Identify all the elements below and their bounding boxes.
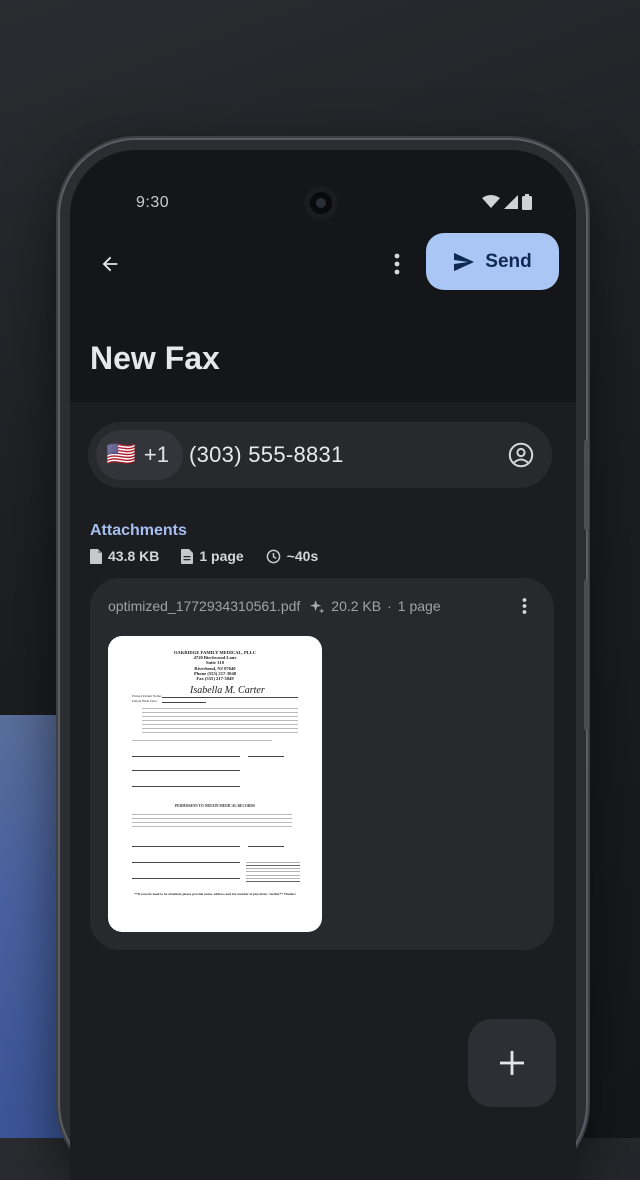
back-button[interactable] — [90, 244, 130, 284]
pick-contact-button[interactable] — [496, 430, 546, 480]
phone-frame: 9:30 Send New Fax 🇺🇸 +1 (303) 555-8831 A… — [60, 140, 589, 1180]
attachment-more-button[interactable] — [512, 594, 536, 618]
attachments-heading: Attachments — [90, 522, 187, 539]
letterhead-stamp — [246, 862, 300, 882]
form-line — [162, 697, 298, 698]
attachment-optimized-size: 20.2 KB — [331, 598, 382, 614]
document-letterhead: OAKRIDGE FAMILY MEDICAL, PLLC 4720 Birch… — [132, 650, 298, 681]
phone-screen: 9:30 Send New Fax 🇺🇸 +1 (303) 555-8831 A… — [70, 150, 576, 1180]
printed-name-line — [132, 862, 240, 863]
records-section-title: PERMISSION TO OBTAIN MEDICAL RECORDS — [174, 804, 256, 808]
estimated-send-time: ~40s — [286, 548, 319, 564]
more-vert-icon — [522, 598, 526, 614]
more-vert-icon — [394, 253, 400, 275]
front-camera — [304, 186, 338, 220]
cellular-signal-icon — [504, 195, 518, 209]
country-code-selector[interactable]: 🇺🇸 +1 — [96, 430, 183, 480]
patient-signature: Isabella M. Carter — [190, 685, 265, 696]
fax-compose-content: 🇺🇸 +1 (303) 555-8831 Attachments 43.8 KB — [70, 402, 576, 1180]
printed-name-line — [132, 770, 240, 771]
send-button-label: Send — [485, 250, 532, 272]
fax-number-input[interactable]: (303) 555-8831 — [189, 442, 496, 468]
permission-paragraph — [132, 814, 292, 830]
plus-icon — [500, 1051, 524, 1075]
attachment-card[interactable]: optimized_1772934310561.pdf 20.2 KB · 1 … — [90, 578, 554, 950]
attachment-file-name: optimized_1772934310561.pdf — [108, 598, 301, 614]
separator-dot: · — [387, 598, 392, 614]
attachments-total-size: 43.8 KB — [108, 548, 160, 564]
volume-button — [584, 440, 589, 530]
patient-birth-date-label: Patient Birth Date: — [132, 699, 158, 703]
attachments-page-count: 1 page — [199, 548, 244, 564]
status-time: 9:30 — [136, 194, 170, 211]
clock-icon — [266, 549, 281, 563]
form-line — [162, 702, 206, 703]
send-icon — [454, 252, 475, 271]
document-footer-note: **If records need to be obtained, please… — [134, 892, 296, 896]
relationship-line — [132, 878, 240, 879]
relationship-line — [132, 786, 240, 787]
signature-line — [132, 846, 240, 847]
letterhead-line: Fax (555) 217-3049 — [196, 676, 234, 682]
battery-icon — [522, 194, 532, 210]
add-attachment-button[interactable] — [468, 1019, 556, 1107]
document-thumbnail[interactable]: OAKRIDGE FAMILY MEDICAL, PLLC 4720 Birch… — [108, 636, 322, 932]
wifi-icon — [482, 195, 500, 208]
attachments-summary: 43.8 KB 1 page ~40s — [90, 548, 332, 564]
recipient-phone-field[interactable]: 🇺🇸 +1 (303) 555-8831 — [88, 422, 552, 488]
page-icon — [181, 548, 194, 564]
date-line — [248, 756, 284, 757]
date-line — [248, 846, 284, 847]
us-flag-icon: 🇺🇸 — [106, 441, 136, 468]
attachment-file-row: optimized_1772934310561.pdf 20.2 KB · 1 … — [108, 598, 536, 614]
status-icons — [482, 194, 532, 210]
page-title: New Fax — [90, 340, 220, 376]
acknowledgement-line — [132, 740, 272, 744]
sparkle-icon — [310, 599, 325, 613]
more-options-button[interactable] — [382, 246, 412, 282]
signature-line — [132, 756, 240, 757]
file-icon — [90, 548, 102, 564]
notice-paragraph — [142, 708, 298, 734]
printed-patient-name-label: Printed Patient Name: — [132, 694, 162, 698]
attachment-page-count: 1 page — [397, 598, 441, 614]
power-button — [584, 580, 589, 730]
document-page: OAKRIDGE FAMILY MEDICAL, PLLC 4720 Birch… — [132, 650, 300, 896]
attachment-file-info: 20.2 KB · 1 page — [310, 598, 441, 614]
send-button[interactable]: Send — [426, 233, 559, 290]
account-circle-icon — [508, 442, 534, 468]
top-app-bar: 9:30 Send New Fax — [70, 150, 576, 402]
arrow-back-icon — [102, 256, 118, 272]
country-code: +1 — [143, 442, 169, 467]
